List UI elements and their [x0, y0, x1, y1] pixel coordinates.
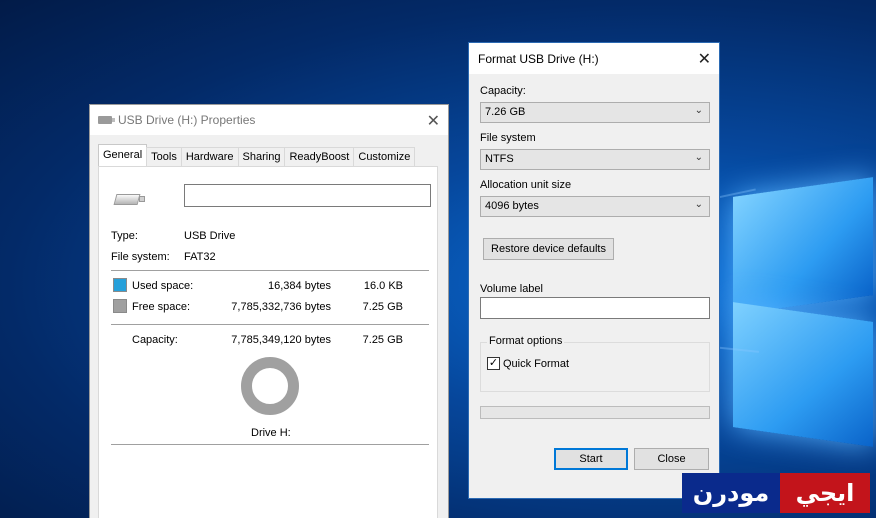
tab-sharing[interactable]: Sharing	[237, 147, 286, 166]
watermark-part-2: ايجي	[780, 473, 870, 513]
allocation-value: 4096 bytes	[485, 200, 539, 212]
tab-general[interactable]: General	[98, 144, 148, 166]
capacity-size: 7.25 GB	[362, 334, 403, 346]
chevron-down-icon: ⌄	[694, 152, 703, 163]
free-space-swatch	[113, 299, 127, 313]
usage-donut-chart	[241, 357, 299, 415]
free-space-size: 7.25 GB	[362, 301, 403, 313]
divider	[111, 270, 429, 271]
quick-format-label: Quick Format	[503, 358, 570, 370]
close-icon[interactable]: ✕	[698, 49, 711, 69]
usb-drive-icon	[113, 191, 145, 205]
filesystem-select[interactable]: NTFS ⌄	[480, 149, 710, 170]
watermark-part-1: مودرن	[682, 473, 780, 513]
volume-label-label: Volume label	[480, 283, 543, 295]
format-options-legend: Format options	[487, 335, 565, 347]
drive-caption: Drive H:	[251, 427, 291, 439]
volume-label-input[interactable]	[480, 297, 710, 319]
properties-titlebar[interactable]: USB Drive (H:) Properties	[90, 105, 448, 135]
type-value: USB Drive	[184, 230, 236, 242]
free-space-label: Free space:	[132, 301, 191, 313]
usb-drive-icon	[98, 116, 115, 124]
close-button[interactable]: Close	[634, 448, 709, 470]
close-icon[interactable]: ✕	[427, 111, 440, 131]
allocation-select[interactable]: 4096 bytes ⌄	[480, 196, 710, 217]
divider	[111, 444, 429, 445]
format-progress-bar	[480, 406, 710, 419]
format-options-group: Format options ✓ Quick Format	[480, 335, 710, 392]
used-space-swatch	[113, 278, 127, 292]
chevron-down-icon: ⌄	[694, 199, 703, 210]
properties-tabs: General Tools Hardware Sharing ReadyBoos…	[98, 144, 416, 166]
tab-hardware[interactable]: Hardware	[180, 147, 239, 166]
general-panel: Type: USB Drive File system: FAT32 Used …	[98, 166, 438, 518]
restore-defaults-button[interactable]: Restore device defaults	[483, 238, 614, 260]
capacity-label: Capacity:	[480, 85, 526, 97]
capacity-value: 7.26 GB	[485, 106, 526, 118]
format-titlebar[interactable]: Format USB Drive (H:)	[469, 43, 719, 74]
format-title: Format USB Drive (H:)	[478, 51, 599, 66]
properties-title: USB Drive (H:) Properties	[118, 113, 256, 127]
tab-readyboost[interactable]: ReadyBoost	[284, 147, 355, 166]
divider	[111, 324, 429, 325]
start-button[interactable]: Start	[554, 448, 628, 470]
windows-logo-wallpaper	[725, 165, 875, 447]
filesystem-label: File system	[480, 132, 536, 144]
properties-window: USB Drive (H:) Properties ✕ General Tool…	[89, 104, 449, 518]
used-space-bytes: 16,384 bytes	[268, 280, 331, 292]
format-dialog: Format USB Drive (H:) ✕ Capacity: 7.26 G…	[468, 42, 720, 499]
free-space-bytes: 7,785,332,736 bytes	[231, 301, 331, 313]
allocation-label: Allocation unit size	[480, 179, 572, 191]
chevron-down-icon: ⌄	[694, 105, 703, 116]
used-space-size: 16.0 KB	[363, 280, 403, 292]
filesystem-value: FAT32	[184, 251, 216, 263]
used-space-label: Used space:	[132, 280, 194, 292]
capacity-select[interactable]: 7.26 GB ⌄	[480, 102, 710, 123]
capacity-bytes: 7,785,349,120 bytes	[231, 334, 331, 346]
site-watermark-logo: مودرن ايجي	[682, 473, 870, 513]
tab-tools[interactable]: Tools	[146, 147, 182, 166]
drive-name-input[interactable]	[184, 184, 431, 207]
capacity-label: Capacity:	[132, 334, 178, 346]
tab-customize[interactable]: Customize	[353, 147, 416, 166]
filesystem-label: File system:	[111, 251, 170, 263]
type-label: Type:	[111, 230, 138, 242]
quick-format-checkbox[interactable]: ✓	[487, 357, 500, 370]
filesystem-value: NTFS	[485, 153, 514, 165]
